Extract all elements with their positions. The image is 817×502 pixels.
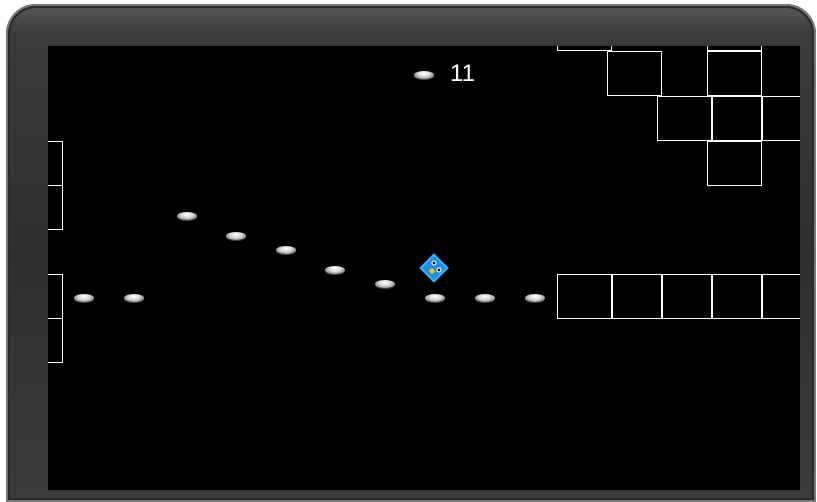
wall-block [712, 96, 762, 141]
wall-block [612, 274, 662, 319]
coin-icon [525, 294, 545, 302]
game-screen[interactable]: 11 [48, 46, 800, 490]
wall-block [762, 96, 800, 141]
coin-icon [425, 294, 445, 302]
coin-icon [375, 280, 395, 288]
device-frame: 11 [6, 4, 816, 502]
score-counter: 11 [450, 60, 475, 87]
coin-icon [226, 232, 246, 240]
wall-block [707, 141, 762, 186]
wall-block [48, 274, 63, 319]
wall-block [657, 96, 712, 141]
wall-block [557, 46, 612, 51]
coin-icon [475, 294, 495, 302]
coin-icon [276, 246, 296, 254]
wall-block [48, 318, 63, 363]
wall-block [762, 274, 800, 319]
score-coin-icon [414, 71, 434, 79]
coin-icon [74, 294, 94, 302]
coin-icon [124, 294, 144, 302]
wall-block [557, 274, 612, 319]
player-character [419, 253, 449, 283]
wall-block [712, 274, 762, 319]
coin-icon [325, 266, 345, 274]
wall-block [48, 185, 63, 230]
wall-block [662, 274, 712, 319]
wall-block [48, 141, 63, 186]
wall-block [707, 51, 762, 96]
blue-bird-diamond-icon [419, 253, 449, 283]
wall-block [607, 51, 662, 96]
coin-icon [177, 212, 197, 220]
